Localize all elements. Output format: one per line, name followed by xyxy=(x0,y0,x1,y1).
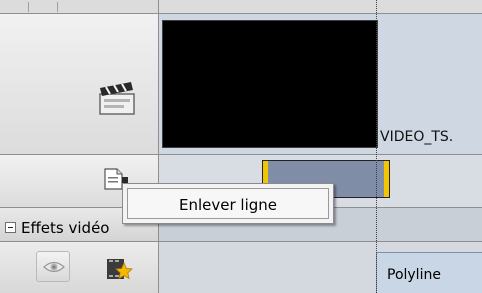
playhead-line[interactable] xyxy=(376,0,377,293)
menu-item-label: Enlever ligne xyxy=(178,196,277,214)
video-thumbnail[interactable] xyxy=(162,20,378,148)
eye-icon xyxy=(43,259,65,275)
context-menu: Enlever ligne xyxy=(122,183,334,224)
effect-star-icon[interactable] xyxy=(104,254,134,284)
effects-track-header xyxy=(0,242,159,293)
collapse-icon[interactable] xyxy=(5,222,16,233)
effects-section-label: Effets vidéo xyxy=(21,219,110,237)
clapperboard-icon xyxy=(95,78,143,118)
effect-clip-label: Polyline xyxy=(387,267,441,283)
menu-item-remove-line[interactable]: Enlever ligne xyxy=(127,188,329,219)
audio-clip-end-handle[interactable] xyxy=(384,161,389,197)
video-track-header[interactable] xyxy=(0,14,159,155)
ruler-strip xyxy=(159,0,482,14)
timeline-editor: Effets vidéo VIDEO_TS. Polyline Enlever … xyxy=(0,0,482,293)
ruler-strip-left xyxy=(0,0,159,14)
visibility-toggle-button[interactable] xyxy=(36,251,70,282)
video-clip-label: VIDEO_TS. xyxy=(380,129,454,145)
